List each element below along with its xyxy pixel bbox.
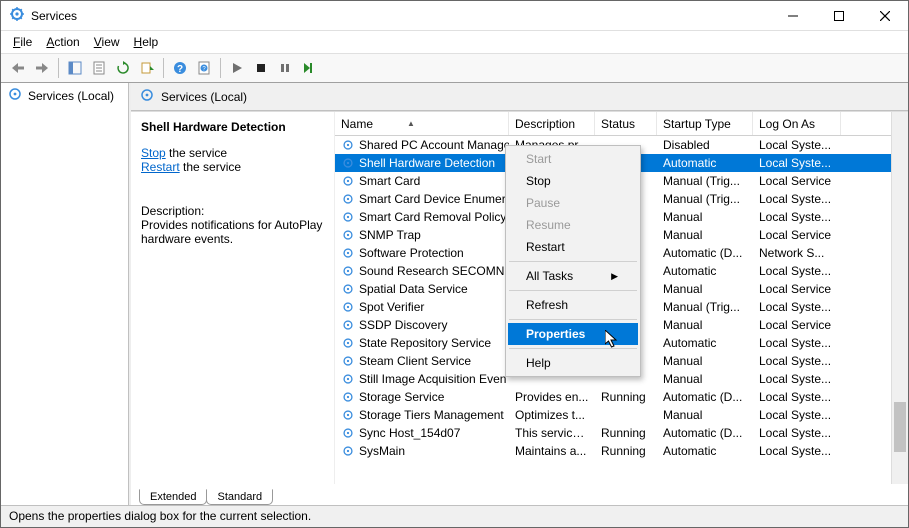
column-header-logon[interactable]: Log On As: [753, 112, 841, 135]
toolbar-separator: [58, 58, 59, 78]
context-stop[interactable]: Stop: [508, 170, 638, 192]
services-icon: [139, 87, 155, 106]
submenu-arrow-icon: ▶: [611, 271, 618, 282]
stop-service-button[interactable]: [250, 57, 272, 79]
properties-toolbar-button[interactable]: [88, 57, 110, 79]
export-list-button[interactable]: [136, 57, 158, 79]
column-header-status[interactable]: Status: [595, 112, 657, 135]
context-all-tasks[interactable]: All Tasks ▶: [508, 265, 638, 287]
refresh-button[interactable]: [112, 57, 134, 79]
service-detail-panel: Shell Hardware Detection Stop the servic…: [131, 112, 335, 484]
context-properties[interactable]: Properties: [508, 323, 638, 345]
help-button[interactable]: ?: [169, 57, 191, 79]
context-menu: Start Stop Pause Resume Restart All Task…: [505, 145, 641, 377]
selected-service-name: Shell Hardware Detection: [141, 120, 324, 134]
menu-action[interactable]: Action: [40, 33, 85, 51]
pane-header: Services (Local): [131, 83, 908, 111]
forward-button[interactable]: [31, 57, 53, 79]
tree-pane: Services (Local): [1, 83, 129, 505]
view-tabs: Extended Standard: [131, 484, 908, 505]
context-separator: [509, 290, 637, 291]
context-refresh[interactable]: Refresh: [508, 294, 638, 316]
tab-extended[interactable]: Extended: [139, 489, 207, 505]
menu-help[interactable]: Help: [128, 33, 165, 51]
menu-bar: File Action View Help: [1, 31, 908, 53]
restart-service-link[interactable]: Restart: [141, 160, 180, 174]
services-icon: [7, 86, 23, 105]
stop-service-link[interactable]: Stop: [141, 146, 166, 160]
main-content: Services (Local) Services (Local) Shell …: [1, 83, 908, 505]
pane-header-title: Services (Local): [161, 90, 247, 104]
tree-root-services-local[interactable]: Services (Local): [1, 83, 128, 108]
toolbar: ? ?: [1, 53, 908, 83]
context-resume: Resume: [508, 214, 638, 236]
vertical-scrollbar[interactable]: [891, 112, 908, 484]
back-button[interactable]: [7, 57, 29, 79]
service-row[interactable]: Sync Host_154d07This service ...RunningA…: [335, 424, 908, 442]
title-bar: Services: [1, 1, 908, 31]
column-headers: Name▲ Description Status Startup Type Lo…: [335, 112, 908, 136]
tree-root-label: Services (Local): [28, 89, 114, 103]
service-row[interactable]: Storage ServiceProvides en...RunningAuto…: [335, 388, 908, 406]
minimize-button[interactable]: [770, 1, 816, 31]
scrollbar-thumb[interactable]: [894, 402, 906, 452]
start-service-button[interactable]: [226, 57, 248, 79]
menu-file[interactable]: File: [7, 33, 38, 51]
status-bar: Opens the properties dialog box for the …: [1, 505, 908, 527]
description-text: Provides notifications for AutoPlay hard…: [141, 218, 324, 246]
tab-standard[interactable]: Standard: [206, 489, 273, 505]
context-separator: [509, 348, 637, 349]
menu-view[interactable]: View: [88, 33, 126, 51]
help-topic-button[interactable]: ?: [193, 57, 215, 79]
services-app-icon: [9, 6, 25, 25]
maximize-button[interactable]: [816, 1, 862, 31]
column-header-name[interactable]: Name▲: [335, 112, 509, 135]
details-pane: Services (Local) Shell Hardware Detectio…: [129, 83, 908, 505]
toolbar-separator: [163, 58, 164, 78]
context-separator: [509, 261, 637, 262]
context-start: Start: [508, 148, 638, 170]
context-help[interactable]: Help: [508, 352, 638, 374]
context-separator: [509, 319, 637, 320]
stop-service-line: Stop the service: [141, 146, 324, 160]
restart-service-button[interactable]: [298, 57, 320, 79]
window-title: Services: [31, 9, 770, 23]
description-label: Description:: [141, 204, 324, 218]
column-header-description[interactable]: Description: [509, 112, 595, 135]
context-restart[interactable]: Restart: [508, 236, 638, 258]
service-row[interactable]: SysMainMaintains a...RunningAutomaticLoc…: [335, 442, 908, 460]
close-button[interactable]: [862, 1, 908, 31]
toolbar-separator: [220, 58, 221, 78]
pause-service-button[interactable]: [274, 57, 296, 79]
sort-ascending-icon: ▲: [407, 119, 415, 128]
context-pause: Pause: [508, 192, 638, 214]
service-list: Name▲ Description Status Startup Type Lo…: [335, 112, 908, 484]
column-header-startup[interactable]: Startup Type: [657, 112, 753, 135]
svg-text:?: ?: [177, 64, 183, 75]
show-hide-tree-button[interactable]: [64, 57, 86, 79]
service-row[interactable]: Storage Tiers ManagementOptimizes t...Ma…: [335, 406, 908, 424]
restart-service-line: Restart the service: [141, 160, 324, 174]
